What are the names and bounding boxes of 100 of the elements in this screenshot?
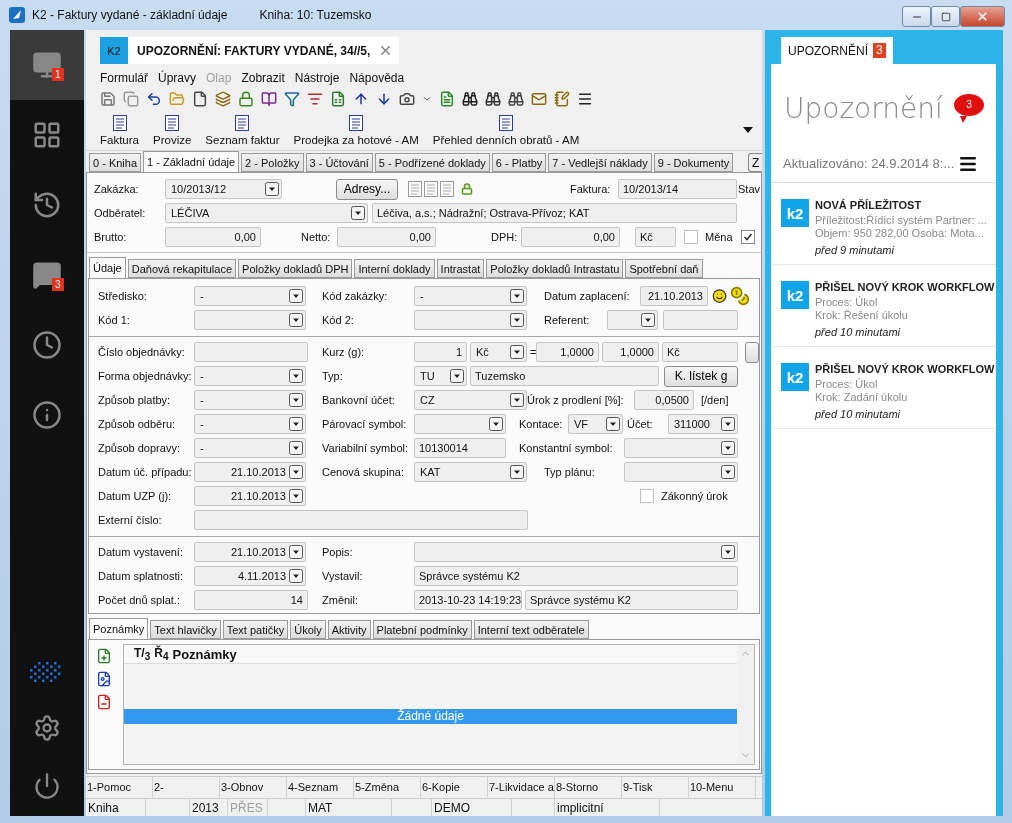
binoculars-icon[interactable]: [462, 91, 478, 107]
text-field[interactable]: 10130014: [414, 438, 506, 458]
menu-item[interactable]: Nástroje: [294, 70, 340, 85]
dropdown[interactable]: [414, 310, 527, 330]
power-icon[interactable]: [33, 772, 61, 800]
report-button[interactable]: Přehled denních obratů - AM: [430, 114, 582, 146]
text-field[interactable]: 0,0500: [634, 390, 694, 410]
function-key[interactable]: 9-Tisk: [622, 777, 689, 798]
tab[interactable]: Text hlavičky: [150, 620, 221, 639]
document-tab[interactable]: UPOZORNĚNÍ: FAKTURY VYDANÉ, 34//5,: [128, 37, 400, 64]
dropdown[interactable]: 21.10.2013: [194, 486, 306, 506]
notebook-pen-icon[interactable]: [554, 91, 570, 107]
dropdown[interactable]: -: [194, 414, 306, 434]
function-key[interactable]: 3-Obnov: [220, 777, 287, 798]
form-button[interactable]: [745, 341, 759, 363]
panel-tab[interactable]: UPOZORNĚNÍ 3: [781, 37, 893, 64]
text-field[interactable]: Správce systému K2: [414, 566, 738, 586]
menu-icon[interactable]: [577, 91, 593, 107]
dropdown[interactable]: Kč: [470, 342, 527, 362]
filter-icon[interactable]: [284, 91, 300, 107]
notification-item[interactable]: k2 NOVÁ PŘÍLEŽITOST Příležitost:Řídicí systém Partner: ... Objem: 950 282,00 Osoba: Mota... před 9 minutami: [771, 183, 996, 265]
dropdown[interactable]: LÉČIVA: [165, 203, 368, 223]
text-field[interactable]: Kč: [635, 227, 676, 247]
caret-icon[interactable]: [742, 126, 754, 134]
tab[interactable]: Intrastat: [436, 259, 485, 278]
save-icon[interactable]: [100, 91, 116, 107]
dropdown[interactable]: 311000: [668, 414, 738, 434]
tab[interactable]: Položky dokladů Intrastatu: [486, 259, 624, 278]
text-field[interactable]: 10/2013/14: [618, 179, 737, 199]
text-field[interactable]: 14: [194, 590, 308, 610]
report-button[interactable]: Seznam faktur: [203, 114, 282, 146]
smiley-icon[interactable]: [712, 288, 727, 304]
dropdown[interactable]: -: [194, 390, 306, 410]
tab[interactable]: 5 - Podřízené doklady: [374, 153, 490, 172]
add-record-icon[interactable]: [96, 648, 112, 664]
tab[interactable]: 2 - Položky: [241, 153, 304, 172]
close-button[interactable]: [960, 6, 1005, 27]
minimize-button[interactable]: [902, 6, 931, 27]
dropdown[interactable]: 4.11.2013: [194, 566, 306, 586]
tab[interactable]: 3 - Účtování: [305, 153, 373, 172]
column-header[interactable]: Poznámky: [172, 646, 237, 662]
text-field[interactable]: Léčiva, a.s.; Nádražní; Ostrava-Přívoz; KAT: [372, 203, 737, 223]
column-header[interactable]: Ř$_{4}$: [154, 645, 169, 663]
binoculars-icon[interactable]: [485, 91, 501, 107]
sidebar-item[interactable]: 3: [10, 240, 84, 310]
tab[interactable]: Údaje: [89, 257, 126, 278]
dropdown[interactable]: KAT: [414, 462, 527, 482]
dropdown[interactable]: [194, 310, 306, 330]
function-key[interactable]: 4-Seznam: [287, 777, 354, 798]
document-icon[interactable]: [408, 181, 422, 197]
dropdown[interactable]: -: [194, 286, 306, 306]
dropdown[interactable]: VF: [568, 414, 623, 434]
dropdown[interactable]: TU: [414, 366, 467, 386]
text-field[interactable]: Kč: [662, 342, 738, 362]
tab[interactable]: Aktivity: [327, 620, 371, 639]
report-button[interactable]: Faktura: [98, 114, 141, 146]
text-field[interactable]: 2013-10-23 14:19:23: [414, 590, 522, 610]
text-field[interactable]: 0,00: [337, 227, 436, 247]
form-button[interactable]: Adresy...: [336, 178, 398, 200]
menu-item[interactable]: Formulář: [100, 70, 148, 85]
function-key[interactable]: 7-Likvidace a: [488, 777, 555, 798]
function-key[interactable]: 5-Změna: [354, 777, 421, 798]
document-icon[interactable]: [440, 181, 454, 197]
function-key[interactable]: 10-Menu: [689, 777, 756, 798]
dropdown[interactable]: -: [414, 286, 527, 306]
notification-item[interactable]: k2 PŘIŠEL NOVÝ KROK WORKFLOW Proces: Úkol Krok: Řešení úkolu před 10 minutami: [771, 265, 996, 347]
edit-record-icon[interactable]: [96, 671, 112, 687]
mail-icon[interactable]: [531, 91, 547, 107]
report-button[interactable]: Prodejka za hotové - AM: [291, 114, 421, 146]
tab[interactable]: Daňová rekapitulace: [127, 259, 237, 278]
list-filter-icon[interactable]: [307, 91, 323, 107]
text-field[interactable]: 1,0000: [602, 342, 659, 362]
text-field[interactable]: [663, 310, 738, 330]
tab[interactable]: Interní doklady: [354, 259, 435, 278]
tab[interactable]: Položky dokladů DPH: [238, 259, 353, 278]
checkbox[interactable]: [640, 489, 654, 503]
tab[interactable]: Text patičky: [222, 620, 289, 639]
delete-record-icon[interactable]: [96, 694, 112, 710]
text-field[interactable]: 21.10.2013: [640, 286, 708, 306]
dropdown[interactable]: CZ: [414, 390, 527, 410]
camera-icon[interactable]: [399, 91, 415, 107]
menu-item[interactable]: Zobrazit: [241, 70, 285, 85]
dropdown[interactable]: [607, 310, 658, 330]
tab[interactable]: 9 - Dokumenty: [653, 153, 734, 172]
layers-icon[interactable]: [215, 91, 231, 107]
spreadsheet-icon[interactable]: [330, 91, 346, 107]
text-field[interactable]: [194, 342, 308, 362]
dropdown[interactable]: [414, 414, 506, 434]
sidebar-item[interactable]: 1: [10, 30, 84, 100]
maximize-button[interactable]: [931, 6, 960, 27]
tab[interactable]: 0 - Kniha: [89, 153, 142, 172]
tab[interactable]: 6 - Platby: [491, 153, 547, 172]
book-icon[interactable]: [261, 91, 277, 107]
tab-scroll-button[interactable]: Z: [748, 153, 762, 172]
tab[interactable]: Poznámky: [89, 618, 149, 639]
document-icon[interactable]: [424, 181, 438, 197]
dropdown[interactable]: -: [194, 438, 306, 458]
dropdown[interactable]: 21.10.2013: [194, 542, 306, 562]
checkbox[interactable]: [684, 230, 698, 244]
column-header[interactable]: T/$_{3}$: [134, 645, 151, 663]
